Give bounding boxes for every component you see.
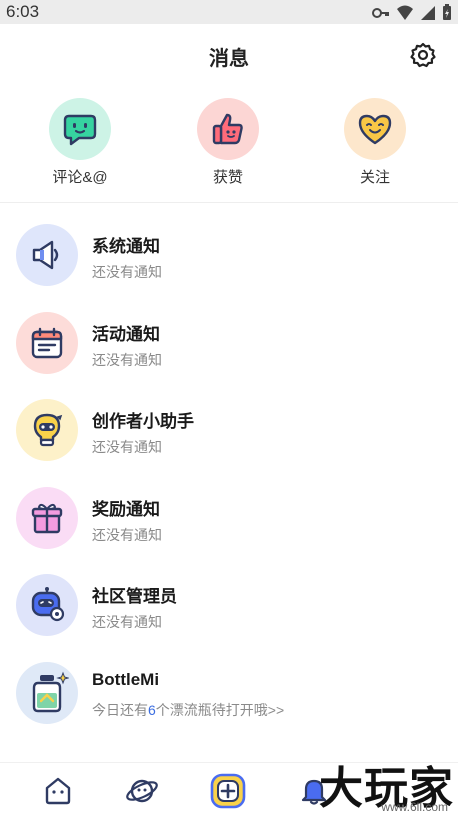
status-bar: 6:03 (0, 0, 458, 24)
list-item-subtitle: 还没有通知 (92, 527, 162, 543)
add-post-icon (210, 773, 246, 809)
list-item-subtitle: 还没有通知 (92, 439, 162, 455)
page-title: 消息 (209, 48, 249, 70)
quick-follow[interactable]: 关注 (325, 98, 425, 187)
list-item-system[interactable]: 系统通知 还没有通知 (0, 214, 458, 298)
status-icons (372, 4, 452, 21)
gift-icon (16, 487, 78, 549)
list-item-subtitle: 今日还有6个漂流瓶待打开哦>> (92, 700, 284, 720)
battery-icon (443, 4, 451, 20)
list-item-community-admin[interactable]: 社区管理员 还没有通知 (0, 564, 458, 648)
list-item-title: 活动通知 (92, 325, 160, 344)
nav-add[interactable] (210, 773, 246, 809)
admin-bot-icon (16, 574, 78, 636)
signal-icon (421, 5, 435, 20)
wifi-icon (397, 5, 413, 20)
comment-face-icon (49, 98, 111, 160)
bottle-count: 6 (148, 702, 156, 718)
quick-label: 评论&@ (52, 169, 108, 186)
header: 消息 (0, 30, 458, 80)
thumbs-up-icon (197, 98, 259, 160)
divider (0, 202, 458, 203)
quick-comments[interactable]: 评论&@ (30, 98, 130, 187)
bulb-helper-icon (16, 399, 78, 461)
megaphone-icon (16, 224, 78, 286)
list-item-title: 创作者小助手 (92, 412, 194, 431)
list-item-subtitle: 还没有通知 (92, 264, 162, 280)
key-icon (372, 7, 389, 18)
calendar-icon (16, 312, 78, 374)
status-time: 6:03 (6, 2, 40, 21)
quick-actions: 评论&@ 获赞 关注 (0, 98, 458, 193)
list-item-bottlemi[interactable]: BottleMi 今日还有6个漂流瓶待打开哦>> (0, 652, 458, 736)
list-item-title: 奖励通知 (92, 500, 160, 519)
list-item-activity[interactable]: 活动通知 还没有通知 (0, 302, 458, 386)
list-item-rewards[interactable]: 奖励通知 还没有通知 (0, 477, 458, 561)
list-item-subtitle: 还没有通知 (92, 614, 162, 630)
bottle-count-prefix: 今日还有 (92, 702, 148, 718)
quick-likes[interactable]: 获赞 (178, 98, 278, 187)
bottle-icon (16, 662, 78, 724)
list-item-subtitle: 还没有通知 (92, 352, 162, 368)
nav-discover[interactable] (124, 773, 160, 809)
bottle-count-suffix[interactable]: 个漂流瓶待打开哦>> (156, 702, 284, 718)
list-item-title: 社区管理员 (92, 587, 177, 606)
list-item-title: BottleMi (92, 670, 160, 689)
settings-button[interactable] (410, 42, 436, 68)
nav-home[interactable] (40, 773, 76, 809)
list-item-creator-helper[interactable]: 创作者小助手 还没有通知 (0, 389, 458, 473)
gear-icon (410, 42, 436, 68)
list-item-title: 系统通知 (92, 237, 160, 256)
planet-icon (126, 779, 158, 803)
quick-label: 获赞 (212, 169, 243, 186)
home-icon (45, 777, 71, 805)
heart-face-icon (344, 98, 406, 160)
watermark-url: www.6ll.com (381, 800, 448, 814)
quick-label: 关注 (359, 169, 390, 186)
